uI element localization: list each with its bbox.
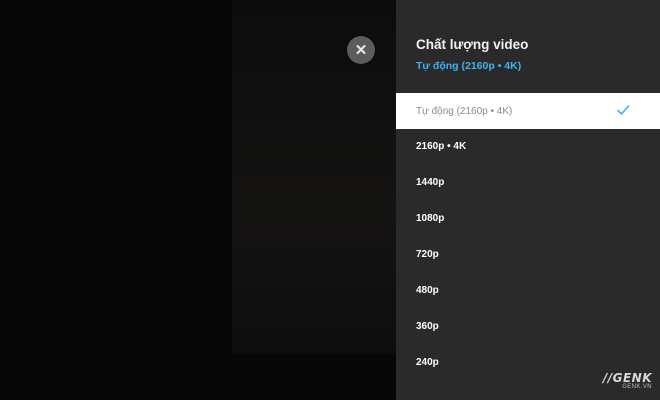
quality-option-720p[interactable]: 720p (396, 236, 660, 272)
panel-title: Chất lượng video (416, 37, 529, 52)
current-quality: Tự động (2160p • 4K) (416, 60, 522, 72)
watermark-logo: //GENK (602, 371, 652, 385)
option-label: 720p (416, 248, 439, 260)
option-label: 240p (416, 356, 439, 368)
close-button[interactable]: ✕ (347, 36, 375, 64)
option-label: 2160p • 4K (416, 140, 467, 152)
genk-watermark: //GENK GENK.VN (603, 372, 652, 391)
quality-option-360p[interactable]: 360p (396, 308, 660, 344)
checkmark-icon (617, 105, 630, 115)
quality-option-2160p[interactable]: 2160p • 4K (396, 128, 660, 164)
watermark-site: GENK.VN (622, 384, 652, 390)
option-label: 1440p (416, 176, 445, 188)
quality-option-auto[interactable]: Tự động (2160p • 4K) (396, 93, 660, 129)
option-label: 480p (416, 284, 439, 296)
option-label: 1080p (416, 212, 445, 224)
quality-option-1440p[interactable]: 1440p (396, 164, 660, 200)
quality-option-480p[interactable]: 480p (396, 272, 660, 308)
option-label: 360p (416, 320, 439, 332)
video-player[interactable]: ✕ (0, 0, 396, 400)
quality-panel: Chất lượng video Tự động (2160p • 4K) Tự… (396, 0, 660, 400)
option-label: Tự động (2160p • 4K) (416, 105, 513, 117)
quality-option-1080p[interactable]: 1080p (396, 200, 660, 236)
close-icon: ✕ (354, 41, 368, 59)
watermark-brand: GENK (612, 371, 652, 385)
